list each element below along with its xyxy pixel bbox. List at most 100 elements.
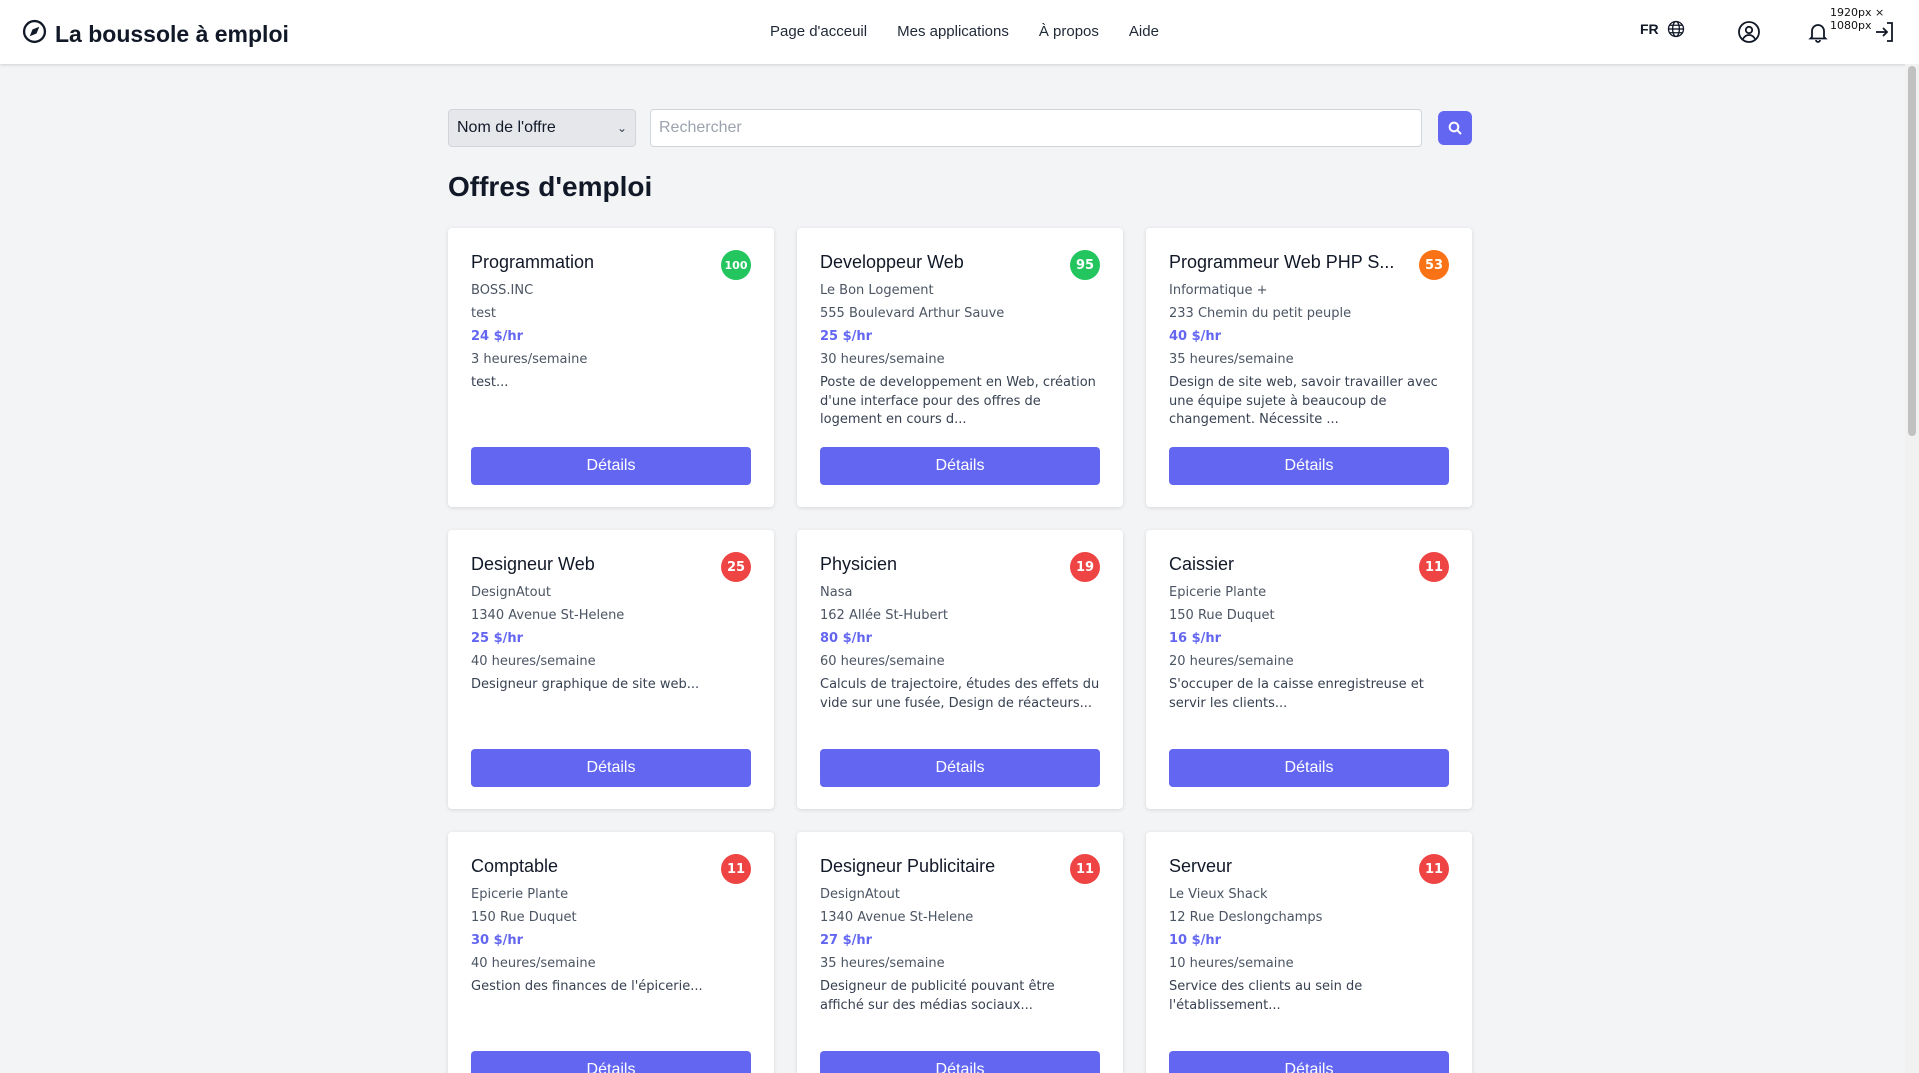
job-company: Le Vieux Shack bbox=[1169, 887, 1268, 902]
job-address: test bbox=[471, 306, 496, 321]
job-offers-grid: Programmation 100 BOSS.INC test 24 $/hr … bbox=[448, 228, 1472, 1073]
details-button[interactable]: Détails bbox=[471, 447, 751, 485]
job-hours: 40 heures/semaine bbox=[471, 654, 596, 669]
job-hours: 3 heures/semaine bbox=[471, 352, 588, 367]
job-hours: 35 heures/semaine bbox=[1169, 352, 1294, 367]
search-bar: Nom de l'offre ⌄ bbox=[448, 109, 1472, 147]
job-address: 150 Rue Duquet bbox=[1169, 608, 1275, 623]
job-title: Physicien bbox=[820, 554, 898, 574]
job-company: Epicerie Plante bbox=[471, 887, 569, 902]
scrollbar[interactable] bbox=[1905, 64, 1919, 1073]
top-navbar: La boussole à emploi Page d'acceuil Mes … bbox=[0, 0, 1919, 64]
details-button[interactable]: Détails bbox=[1169, 447, 1449, 485]
job-card: Developpeur Web 95 Le Bon Logement 555 B… bbox=[797, 228, 1123, 507]
job-hours: 30 heures/semaine bbox=[820, 352, 945, 367]
job-company: DesignAtout bbox=[820, 887, 900, 902]
match-score-badge: 100 bbox=[721, 250, 751, 280]
job-description: Calculs de trajectoire, études des effet… bbox=[820, 677, 1100, 711]
match-score-badge: 25 bbox=[721, 552, 751, 582]
job-company: BOSS.INC bbox=[471, 283, 534, 298]
details-button[interactable]: Détails bbox=[1169, 1051, 1449, 1073]
job-company: Le Bon Logement bbox=[820, 283, 934, 298]
job-title: Programmation bbox=[471, 252, 595, 272]
job-title: Programmeur Web PHP S... bbox=[1169, 252, 1395, 272]
search-filter-select[interactable]: Nom de l'offre ⌄ bbox=[448, 109, 636, 147]
job-pay: 27 $/hr bbox=[820, 933, 873, 948]
user-circle-icon bbox=[1738, 21, 1760, 43]
job-card: Caissier 11 Epicerie Plante 150 Rue Duqu… bbox=[1146, 530, 1472, 809]
job-company: Nasa bbox=[820, 585, 853, 600]
brand[interactable]: La boussole à emploi bbox=[22, 19, 289, 49]
job-pay: 16 $/hr bbox=[1169, 631, 1222, 646]
job-address: 162 Allée St-Hubert bbox=[820, 608, 948, 623]
match-score-badge: 11 bbox=[1419, 854, 1449, 884]
match-score-badge: 11 bbox=[1070, 854, 1100, 884]
job-address: 12 Rue Deslongchamps bbox=[1169, 910, 1323, 925]
details-button[interactable]: Détails bbox=[820, 1051, 1100, 1073]
match-score-badge: 11 bbox=[1419, 552, 1449, 582]
nav-my-applications[interactable]: Mes applications bbox=[897, 23, 1009, 40]
search-button[interactable] bbox=[1438, 111, 1472, 145]
job-card: Designeur Web 25 DesignAtout 1340 Avenue… bbox=[448, 530, 774, 809]
nav-about[interactable]: À propos bbox=[1039, 23, 1099, 40]
job-hours: 60 heures/semaine bbox=[820, 654, 945, 669]
job-card: Serveur 11 Le Vieux Shack 12 Rue Deslong… bbox=[1146, 832, 1472, 1073]
details-button[interactable]: Détails bbox=[471, 749, 751, 787]
search-input[interactable] bbox=[650, 109, 1422, 147]
scrollbar-thumb[interactable] bbox=[1908, 66, 1916, 436]
details-button[interactable]: Détails bbox=[1169, 749, 1449, 787]
job-card: Designeur Publicitaire 11 DesignAtout 13… bbox=[797, 832, 1123, 1073]
job-company: DesignAtout bbox=[471, 585, 551, 600]
resolution-label: 1920px × 1080px bbox=[1830, 6, 1885, 32]
nav-home[interactable]: Page d'acceuil bbox=[770, 23, 867, 40]
match-score-badge: 19 bbox=[1070, 552, 1100, 582]
job-hours: 35 heures/semaine bbox=[820, 956, 945, 971]
job-address: 1340 Avenue St-Helene bbox=[471, 608, 625, 623]
language-code: FR bbox=[1640, 21, 1659, 37]
job-title: Developpeur Web bbox=[820, 252, 964, 272]
job-title: Designeur Publicitaire bbox=[820, 856, 996, 876]
job-card: Physicien 19 Nasa 162 Allée St-Hubert 80… bbox=[797, 530, 1123, 809]
job-card: Programmeur Web PHP S... 53 Informatique… bbox=[1146, 228, 1472, 507]
notifications-button[interactable] bbox=[1806, 20, 1830, 44]
main-nav: Page d'acceuil Mes applications À propos… bbox=[770, 23, 1159, 40]
job-hours: 10 heures/semaine bbox=[1169, 956, 1294, 971]
search-icon bbox=[1448, 121, 1462, 135]
chevron-down-icon: ⌄ bbox=[616, 121, 627, 135]
job-hours: 40 heures/semaine bbox=[471, 956, 596, 971]
details-button[interactable]: Détails bbox=[820, 749, 1100, 787]
job-pay: 30 $/hr bbox=[471, 933, 524, 948]
details-button[interactable]: Détails bbox=[471, 1051, 751, 1073]
job-card: Comptable 11 Epicerie Plante 150 Rue Duq… bbox=[448, 832, 774, 1073]
nav-help[interactable]: Aide bbox=[1129, 23, 1159, 40]
match-score-badge: 53 bbox=[1419, 250, 1449, 280]
job-address: 233 Chemin du petit peuple bbox=[1169, 306, 1352, 321]
job-pay: 40 $/hr bbox=[1169, 329, 1222, 344]
language-switcher[interactable]: FR bbox=[1640, 20, 1685, 38]
job-address: 1340 Avenue St-Helene bbox=[820, 910, 974, 925]
page-title: Offres d'emploi bbox=[448, 171, 653, 202]
job-company: Epicerie Plante bbox=[1169, 585, 1267, 600]
compass-icon bbox=[22, 19, 47, 49]
job-pay: 24 $/hr bbox=[471, 329, 524, 344]
job-title: Designeur Web bbox=[471, 554, 595, 574]
match-score-badge: 11 bbox=[721, 854, 751, 884]
job-pay: 25 $/hr bbox=[820, 329, 873, 344]
job-company: Informatique + bbox=[1169, 283, 1268, 298]
account-button[interactable] bbox=[1737, 20, 1761, 44]
job-description: Poste de developpement en Web, création … bbox=[820, 375, 1096, 427]
job-description: Designeur de publicité pouvant être affi… bbox=[820, 979, 1055, 1013]
job-description: Gestion des finances de l'épicerie... bbox=[471, 979, 703, 994]
job-pay: 80 $/hr bbox=[820, 631, 873, 646]
job-description: Designeur graphique de site web... bbox=[471, 677, 700, 692]
details-button[interactable]: Détails bbox=[820, 447, 1100, 485]
job-pay: 10 $/hr bbox=[1169, 933, 1222, 948]
match-score-badge: 95 bbox=[1070, 250, 1100, 280]
job-pay: 25 $/hr bbox=[471, 631, 524, 646]
job-description: S'occuper de la caisse enregistreuse et … bbox=[1169, 677, 1424, 711]
brand-title: La boussole à emploi bbox=[55, 20, 289, 47]
job-title: Serveur bbox=[1169, 856, 1233, 876]
job-description: Service des clients au sein de l'établis… bbox=[1169, 979, 1363, 1013]
job-address: 150 Rue Duquet bbox=[471, 910, 577, 925]
job-address: 555 Boulevard Arthur Sauve bbox=[820, 306, 1005, 321]
